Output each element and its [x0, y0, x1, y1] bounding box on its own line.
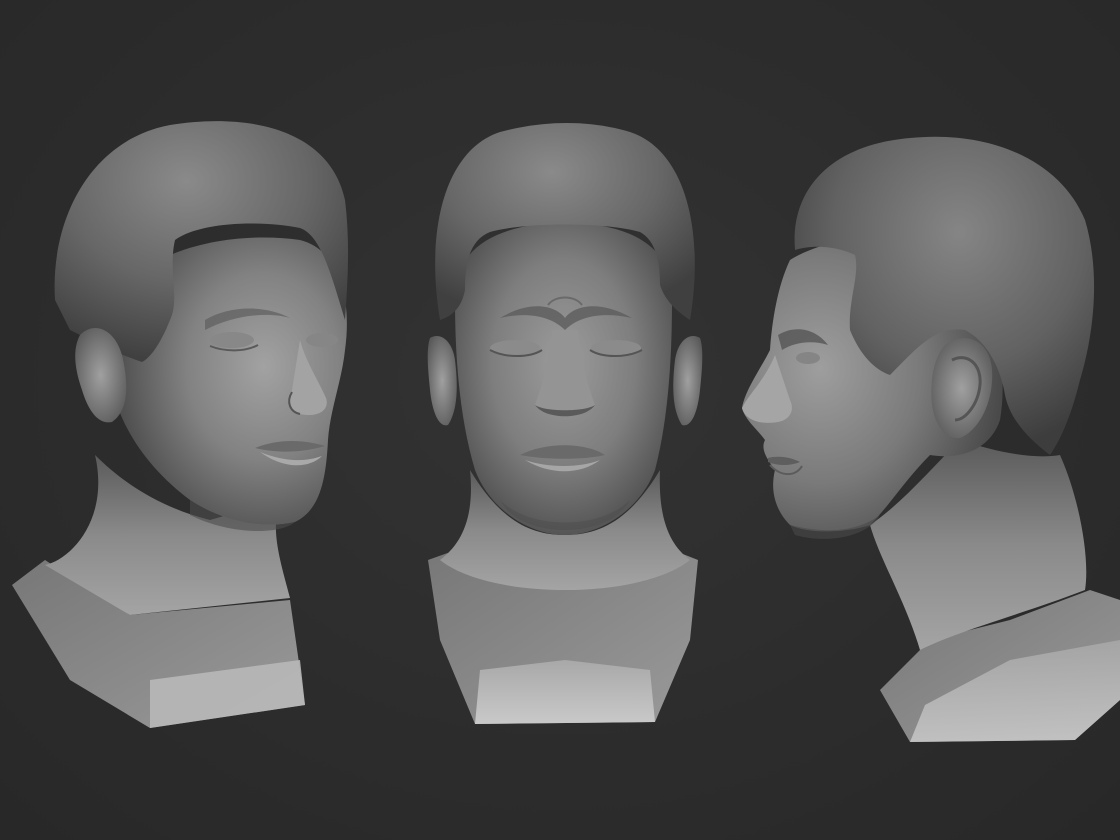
eye-left-b: [306, 333, 338, 347]
ear-front-left: [427, 336, 457, 426]
eye-right: [796, 352, 820, 364]
eye-left-a: [210, 332, 254, 348]
head-three-quarter-view: [12, 121, 349, 728]
head-front-view: [427, 123, 703, 724]
sculpt-viewport: [0, 0, 1120, 840]
sculpt-render: [12, 121, 1120, 742]
ear-front-right: [673, 336, 703, 426]
head-profile-view: [742, 136, 1120, 742]
